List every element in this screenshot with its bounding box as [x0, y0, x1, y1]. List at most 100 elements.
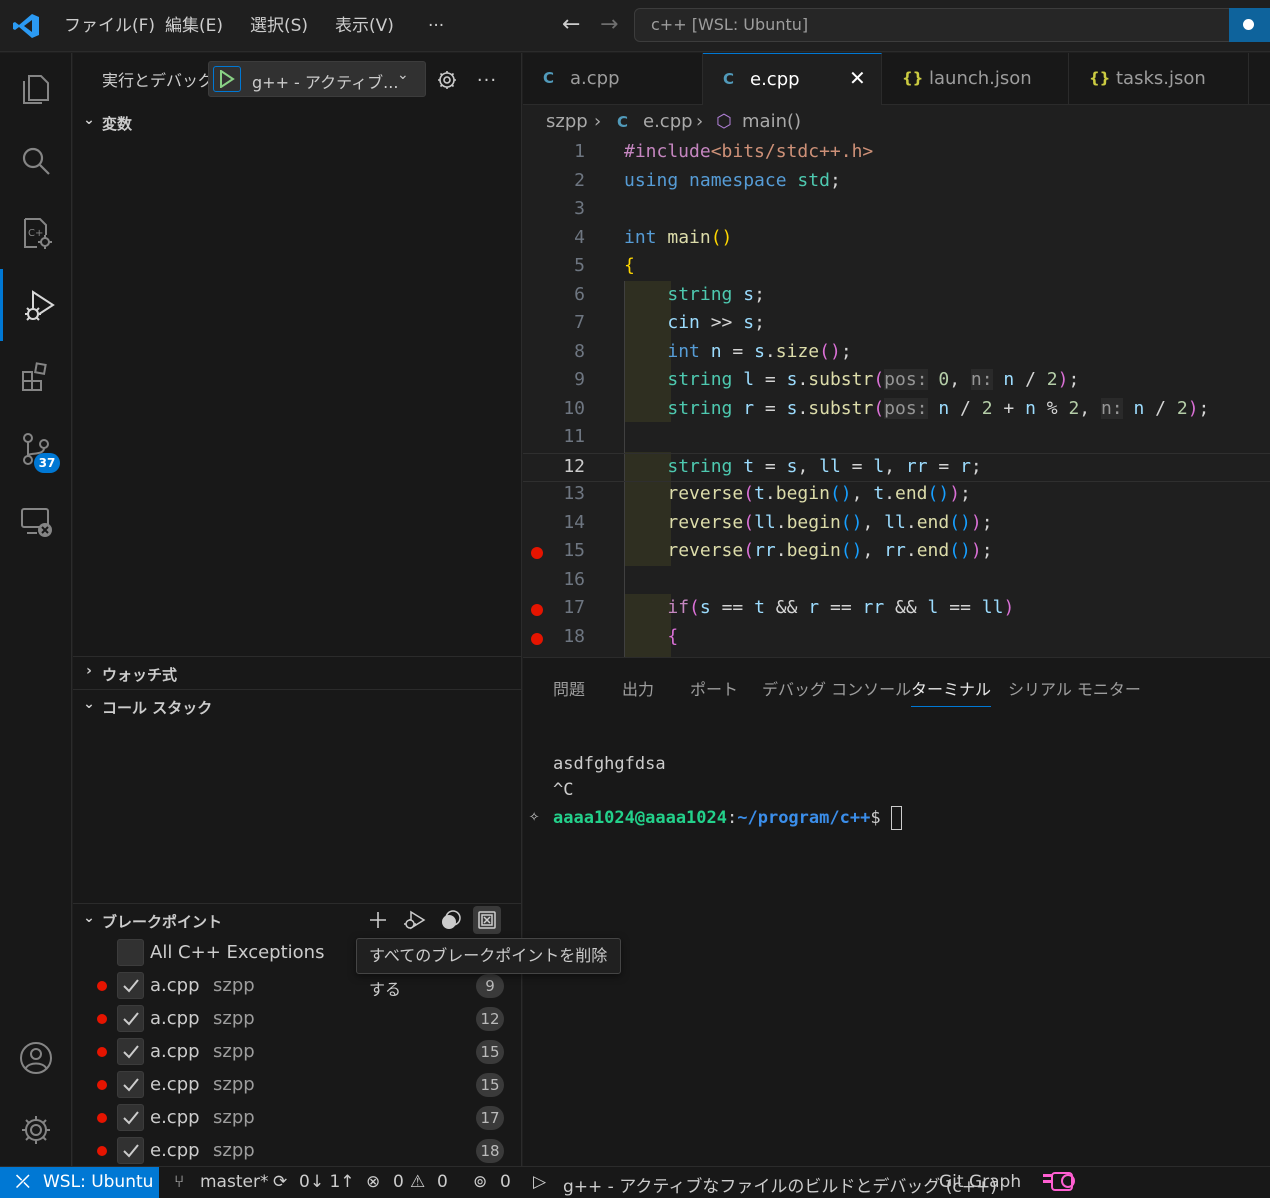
breakpoint-checkbox[interactable] — [117, 1071, 144, 1098]
breakpoint-checkbox[interactable] — [117, 1038, 144, 1065]
git-graph-button[interactable]: Git Graph — [939, 1172, 1021, 1192]
menu-file[interactable]: ファイル(F) — [60, 12, 159, 40]
menu-view[interactable]: 表示(V) — [331, 12, 398, 40]
menu-selection[interactable]: 選択(S) — [246, 12, 312, 40]
line-number: 12 — [563, 455, 585, 477]
breakpoint-checkbox[interactable] — [117, 972, 144, 999]
breakpoint-file: a.cpp — [150, 975, 200, 996]
breakpoints-section-header[interactable]: ⌄ ブレークポイント — [73, 903, 522, 934]
more-actions-icon[interactable]: ··· — [474, 67, 500, 93]
breakpoint-dot-icon — [97, 1080, 107, 1090]
toggle-activate-breakpoints-icon[interactable] — [400, 906, 428, 934]
breakpoint-row[interactable]: e.cpp szpp 15 — [73, 1068, 522, 1101]
json-file-icon: {} — [1089, 69, 1111, 87]
tab-label: a.cpp — [570, 68, 620, 89]
account-icon[interactable] — [0, 1022, 72, 1094]
breakpoint-line-badge: 18 — [476, 1139, 504, 1163]
breakpoints-label: ブレークポイント — [102, 913, 223, 931]
tab-tasks-json[interactable]: {} tasks.json — [1069, 53, 1249, 105]
back-arrow-icon[interactable]: ← — [562, 12, 580, 37]
remove-all-breakpoints-icon[interactable] — [473, 906, 501, 934]
branch-label[interactable]: master* — [200, 1172, 268, 1192]
deactivate-breakpoints-icon[interactable] — [437, 906, 465, 934]
remote-explorer-icon[interactable] — [0, 485, 72, 557]
terminal-line: ^C — [553, 780, 574, 800]
menu-more[interactable]: ··· — [424, 12, 448, 40]
sidebar-title: 実行とデバッグ — [102, 71, 215, 90]
breadcrumb-file[interactable]: e.cpp — [643, 111, 693, 132]
search-icon[interactable] — [0, 125, 72, 197]
breakpoint-checkbox[interactable] — [117, 1104, 144, 1131]
error-count[interactable]: 0 — [393, 1172, 404, 1192]
line-number: 14 — [563, 511, 585, 533]
breakpoint-file: a.cpp — [150, 1008, 200, 1029]
breakpoint-row[interactable]: e.cpp szpp 17 — [73, 1101, 522, 1134]
breakpoint-row[interactable]: e.cpp szpp 18 — [73, 1134, 522, 1167]
terminal-cursor — [890, 806, 902, 830]
cpp-file-icon: C — [723, 70, 735, 88]
breakpoint-checkbox[interactable] — [117, 1005, 144, 1032]
breakpoint-line-badge: 12 — [476, 1007, 504, 1031]
open-launch-json-gear-icon[interactable] — [434, 67, 460, 93]
debug-config-status[interactable]: g++ - アクティブなファイルのビルドとデバッグ (c++) — [563, 1172, 997, 1197]
watch-section-header[interactable]: › ウォッチ式 — [73, 656, 522, 686]
warning-count[interactable]: 0 — [437, 1172, 448, 1192]
run-debug-icon[interactable] — [0, 269, 72, 341]
tab-a-cpp[interactable]: C a.cpp — [523, 53, 703, 105]
code-line: 8 int n = s.size(); — [523, 339, 1270, 368]
tab-terminal[interactable]: ターミナル — [911, 676, 992, 707]
code-line: 11 — [523, 424, 1270, 453]
tab-problems[interactable]: 問題 — [553, 676, 585, 700]
tab-e-cpp[interactable]: C e.cpp ✕ — [703, 53, 882, 106]
ports-count[interactable]: 0 — [500, 1172, 511, 1192]
tab-label: e.cpp — [750, 69, 800, 90]
sync-status[interactable]: 0↓ 1↑ — [299, 1172, 355, 1192]
menu-edit[interactable]: 編集(E) — [161, 12, 227, 40]
remote-indicator[interactable]: ⤫ WSL: Ubuntu — [0, 1167, 159, 1198]
extensions-icon[interactable] — [0, 341, 72, 413]
breakpoint-folder: szpp — [213, 975, 255, 996]
breakpoint-checkbox[interactable] — [117, 1137, 144, 1164]
breakpoint-line-badge: 17 — [476, 1106, 504, 1130]
watch-label: ウォッチ式 — [102, 666, 178, 684]
account-sync-button[interactable] — [1229, 8, 1270, 42]
forward-arrow-icon[interactable]: → — [600, 12, 618, 37]
variables-section-header[interactable]: ⌄ 変数 — [73, 108, 522, 138]
code-line: 4 int main() — [523, 225, 1270, 254]
add-breakpoint-icon[interactable] — [364, 906, 392, 934]
breakpoint-row[interactable]: a.cpp szpp 15 — [73, 1035, 522, 1068]
check-icon — [122, 1110, 139, 1124]
debug-config-dropdown[interactable]: g++ - アクティブ... ⌄ — [208, 61, 426, 97]
code-editor[interactable]: 1 #include<bits/stdc++.h> 2 using namespac… — [523, 139, 1270, 657]
ports-icon: ⊚ — [473, 1172, 488, 1192]
exception-label: All C++ Exceptions — [150, 942, 325, 963]
editor-tabs: C a.cpp C e.cpp ✕ {} launch.json {} task… — [523, 53, 1270, 106]
code-line: 15 reverse(rr.begin(), rr.end()); — [523, 538, 1270, 567]
breakpoint-line-badge: 15 — [476, 1073, 504, 1097]
close-icon[interactable]: ✕ — [849, 66, 866, 90]
tab-ports[interactable]: ポート — [690, 676, 738, 700]
settings-gear-icon[interactable] — [0, 1094, 72, 1166]
breakpoint-dot-icon — [97, 1113, 107, 1123]
breadcrumb-folder[interactable]: szpp — [546, 111, 588, 132]
breakpoint-row[interactable]: a.cpp szpp 12 — [73, 1002, 522, 1035]
breakpoint-folder: szpp — [213, 1107, 255, 1128]
tab-debug-console[interactable]: デバッグ コンソール — [762, 676, 911, 700]
callstack-section-header[interactable]: ⌄ コール スタック — [73, 689, 522, 719]
tab-output[interactable]: 出力 — [622, 676, 654, 700]
code-line: 13 reverse(t.begin(), t.end()); — [523, 481, 1270, 510]
breadcrumb-symbol[interactable]: main() — [742, 111, 801, 132]
dot-icon — [1243, 19, 1254, 30]
check-icon — [122, 978, 139, 992]
breakpoint-dot-icon — [97, 981, 107, 991]
tab-launch-json[interactable]: {} launch.json — [882, 53, 1069, 105]
breakpoint-folder: szpp — [213, 1008, 255, 1029]
start-debugging-button[interactable] — [213, 66, 241, 92]
branch-icon: ⑂ — [174, 1172, 185, 1192]
exception-checkbox[interactable] — [117, 939, 144, 966]
tab-serial-monitor[interactable]: シリアル モニター — [1008, 676, 1141, 700]
source-control-icon[interactable]: 37 — [0, 413, 72, 485]
command-center[interactable]: c++ [WSL: Ubuntu] — [634, 8, 1234, 42]
explorer-icon[interactable] — [0, 53, 72, 125]
cpp-icon[interactable]: C+ — [0, 197, 72, 269]
